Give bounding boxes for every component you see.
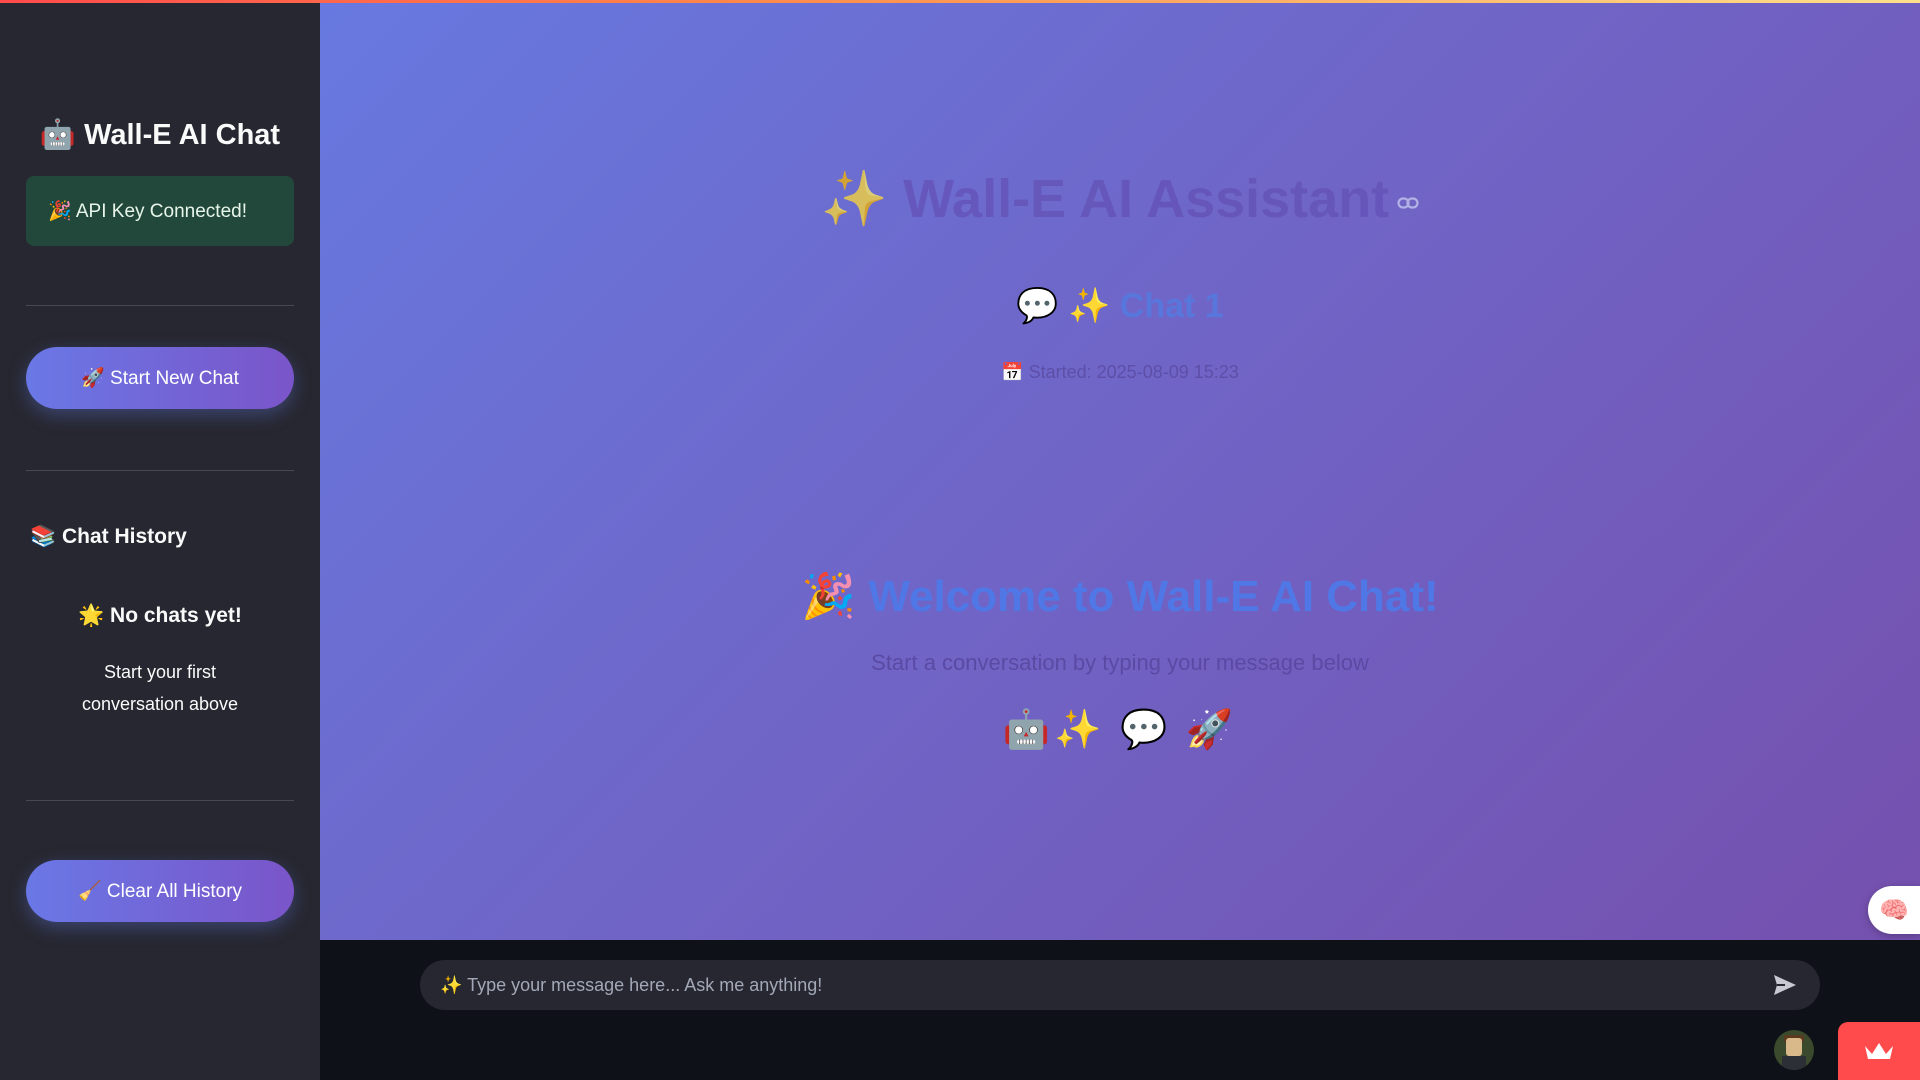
divider	[26, 305, 294, 306]
welcome-title: 🎉 Welcome to Wall-E AI Chat!	[801, 572, 1439, 621]
chat-message-input[interactable]	[440, 974, 1770, 996]
page-title-text: ✨ Wall-E AI Assistant	[820, 169, 1390, 229]
clear-history-button[interactable]: 🧹 Clear All History	[26, 860, 294, 922]
crown-icon[interactable]	[1838, 1022, 1920, 1080]
chat-history-heading: 📚 Chat History	[30, 525, 187, 548]
empty-history-title: 🌟 No chats yet!	[78, 604, 242, 627]
send-icon[interactable]	[1770, 970, 1800, 1000]
avatar-face	[1786, 1038, 1802, 1056]
welcome-subtitle: Start a conversation by typing your mess…	[871, 650, 1369, 675]
sidebar-title: 🤖 Wall-E AI Chat	[39, 119, 281, 151]
sidebar: 🤖 Wall-E AI Chat 🎉 API Key Connected! 🚀 …	[0, 0, 320, 1080]
empty-history-subtitle: Start your first conversation above	[81, 662, 239, 714]
current-chat-name: 💬 ✨ Chat 1	[1016, 287, 1224, 325]
chat-input-bar	[320, 940, 1920, 1080]
link-icon[interactable]	[1397, 190, 1419, 216]
start-new-chat-button[interactable]: 🚀 Start New Chat	[26, 347, 294, 409]
api-status-alert: 🎉 API Key Connected!	[26, 176, 294, 246]
top-accent-bar	[0, 0, 1920, 3]
brain-icon-button[interactable]: 🧠	[1868, 886, 1920, 934]
chat-started-timestamp: 📅 Started: 2025-08-09 15:23	[1001, 362, 1239, 382]
divider	[26, 470, 294, 471]
avatar-body	[1782, 1056, 1806, 1070]
chat-input-container	[420, 960, 1820, 1010]
user-avatar[interactable]	[1774, 1030, 1814, 1070]
page-title: ✨ Wall-E AI Assistant	[320, 168, 1920, 231]
emoji-decoration-row: 🤖✨ 💬 🚀	[1002, 709, 1238, 751]
divider	[26, 800, 294, 801]
main-content: ✨ Wall-E AI Assistant 💬 ✨ Chat 1 📅 Start…	[320, 0, 1920, 940]
